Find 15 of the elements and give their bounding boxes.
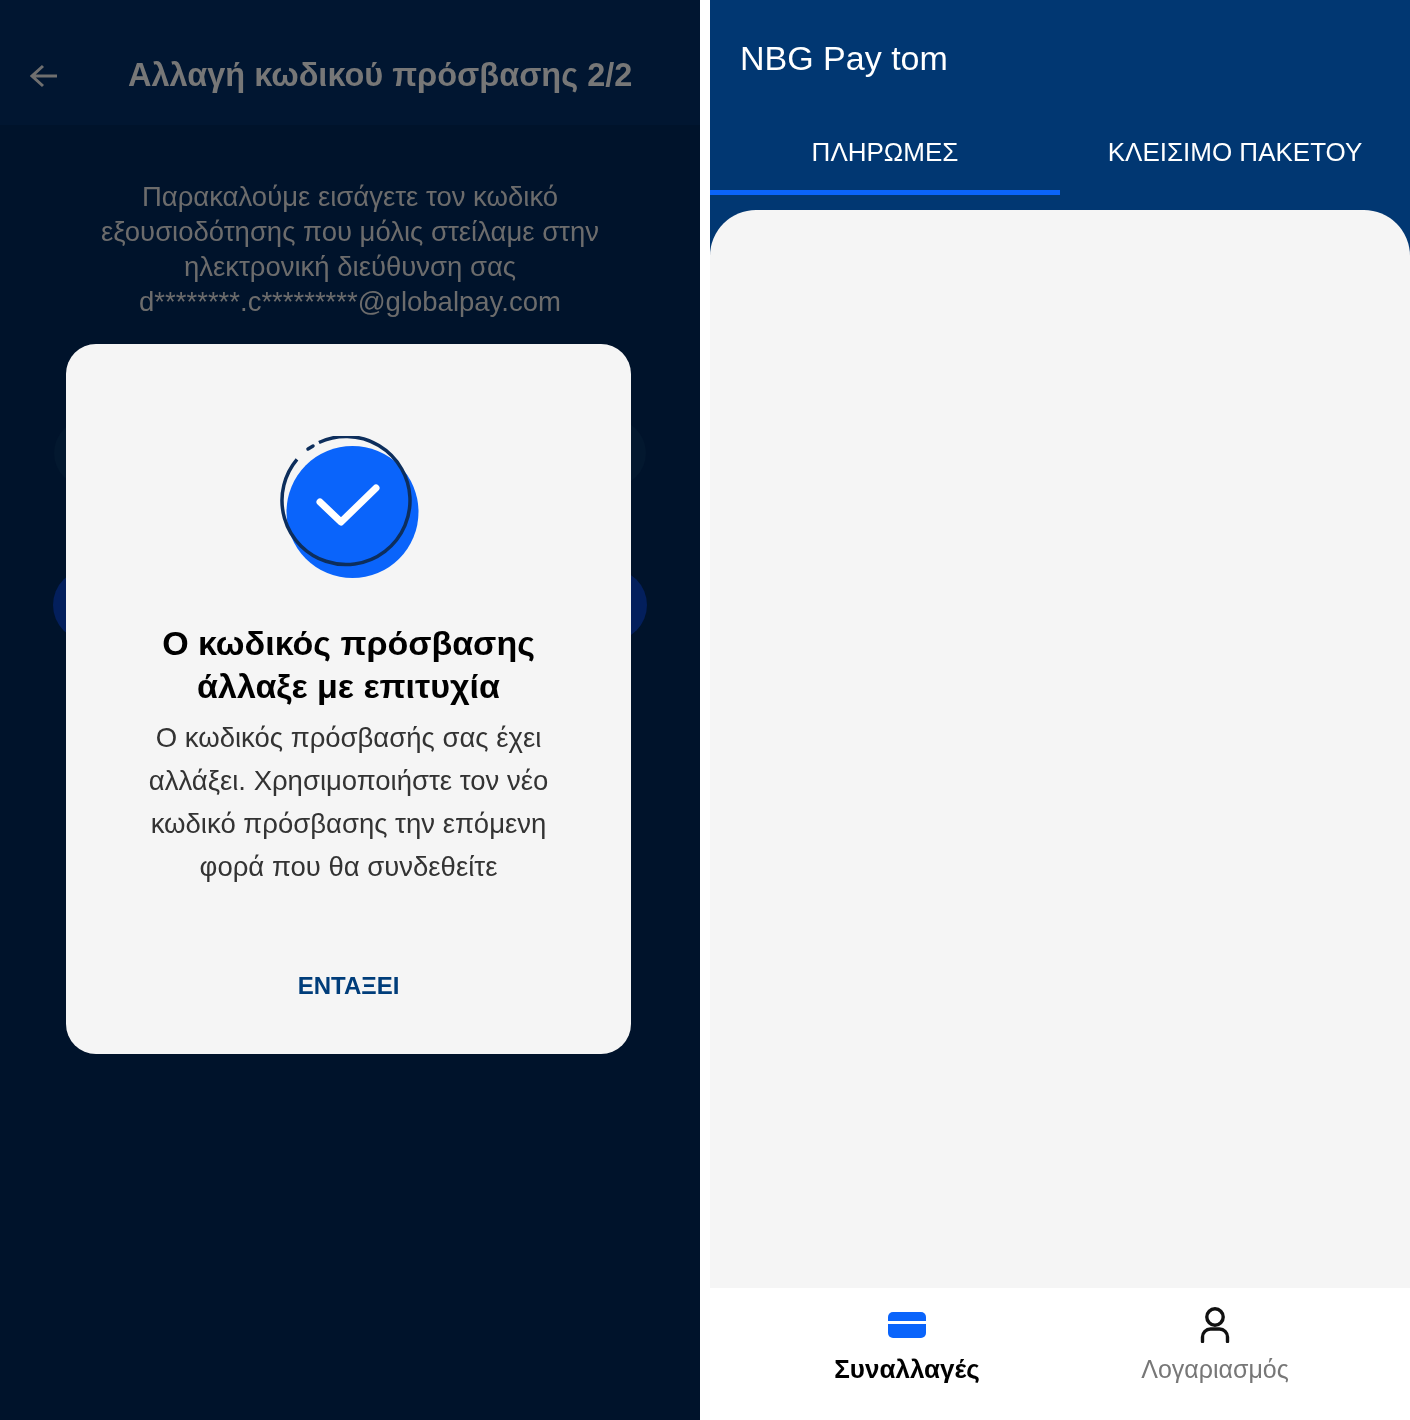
- tab[interactable]: ΠΛΗΡΩΜΕΣ: [710, 110, 1060, 195]
- nav-item[interactable]: Συναλλαγές: [753, 1288, 1061, 1420]
- person-icon: [1200, 1307, 1230, 1343]
- back-arrow-icon: [30, 63, 58, 88]
- dialog-message: Ο κωδικός πρόσβασής σας έχει αλλάξει. Χρησιμοποιήστε τον νέο κωδικό πρόσβασης την επόμενη φορά που θα συνδεθείτε: [147, 721, 550, 884]
- card-icon: [888, 1312, 926, 1338]
- screen-title: Αλλαγή κωδικού πρόσβασης 2/2: [128, 57, 633, 94]
- back-button[interactable]: [30, 63, 58, 88]
- ok-button[interactable]: ΕΝΤΑΞΕΙ: [285, 964, 412, 1008]
- app-title: NBG Pay tom: [739, 38, 949, 79]
- dialog-title: Ο κωδικός πρόσβασης άλλαξε με επιτυχία: [161, 623, 536, 707]
- tab[interactable]: ΚΛΕΙΣΙΜΟ ΠΑΚΕΤΟΥ: [1060, 110, 1410, 195]
- nav-item[interactable]: Λογαριασμός: [1061, 1288, 1369, 1420]
- instructions-text: Παρακαλούμε εισάγετε τον κωδικό εξουσιοδότησης που μόλις στείλαμε στην ηλεκτρονική διεύθυνση σας d********.c*********@globalpay.com: [99, 180, 601, 319]
- check-circle-icon: [277, 436, 420, 580]
